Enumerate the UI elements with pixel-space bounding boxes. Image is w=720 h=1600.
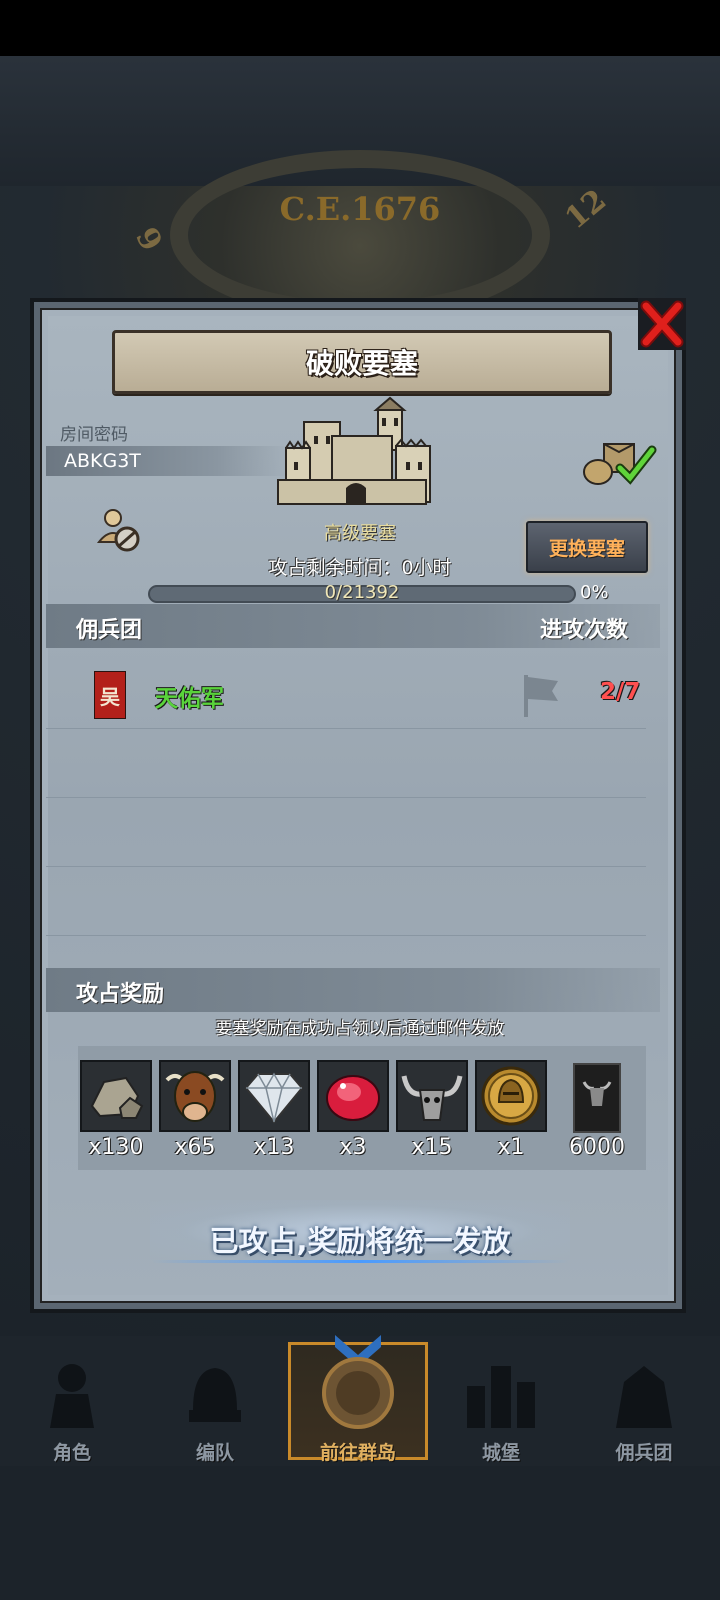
nav-label-mercenary: 佣兵团 (615, 1442, 673, 1464)
bottom-background (0, 1466, 720, 1600)
era-clock-ring (170, 150, 550, 320)
nav-label-role: 角色 (52, 1442, 91, 1464)
mercenary-icon (616, 1366, 672, 1428)
island-emblem-icon (322, 1335, 394, 1429)
list-row-divider (46, 797, 646, 798)
capture-progress-percent: 0% (580, 582, 609, 603)
reward-item[interactable] (396, 1060, 468, 1132)
diamond-icon (244, 1072, 304, 1124)
nav-label-islands: 前往群岛 (319, 1442, 396, 1464)
room-code-value[interactable]: ABKG3T (64, 450, 141, 472)
room-code-label: 房间密码 (60, 425, 128, 445)
knight-icon (50, 1364, 94, 1428)
reward-qty: x130 (88, 1135, 144, 1160)
reward-item[interactable] (317, 1060, 389, 1132)
remaining-time: 攻占剩余时间：0小时 (268, 557, 452, 579)
reward-note: 要塞奖励在成功占领以后通过邮件发放 (215, 1019, 505, 1039)
reward-qty: x65 (174, 1135, 216, 1160)
horned-skull-icon (401, 1075, 463, 1121)
reward-qty: x15 (411, 1135, 453, 1160)
nav-label-formation: 编队 (195, 1442, 234, 1464)
reward-item[interactable] (475, 1060, 547, 1132)
swap-fortress-label: 更换要塞 (548, 537, 625, 560)
helmet-icon (189, 1368, 241, 1422)
mercenary-header: 佣兵团 (76, 618, 143, 643)
close-icon[interactable] (638, 298, 686, 350)
reward-qty: 6000 (569, 1135, 625, 1160)
stone-ore-icon (90, 1076, 144, 1119)
reward-item[interactable] (238, 1060, 310, 1132)
banner-bull-icon[interactable] (572, 1062, 622, 1134)
guild-name: 天佑军 (155, 686, 224, 712)
reward-qty: x13 (253, 1135, 295, 1160)
reward-qty: x1 (497, 1135, 525, 1160)
no-visitor-icon[interactable] (96, 508, 142, 554)
fortress-name: 高级要塞 (324, 523, 396, 544)
capture-progress-text: 0/21392 (324, 582, 400, 603)
reward-header: 攻占奖励 (76, 982, 165, 1007)
ruby-icon (326, 1075, 380, 1121)
fortress-icon (277, 396, 431, 505)
nav-label-castle: 城堡 (481, 1442, 520, 1464)
list-row-divider (46, 866, 646, 867)
attack-count: 2/7 (600, 679, 641, 705)
cattle-icon (165, 1071, 225, 1122)
guild-emblem-char: 吴 (100, 685, 120, 709)
status-message: 已攻占,奖励将统一发放 (209, 1224, 511, 1258)
golden-helmet-coin-icon (481, 1066, 541, 1126)
reward-item[interactable] (159, 1060, 231, 1132)
reward-qty: x3 (339, 1135, 367, 1160)
swap-fortress-button[interactable]: 更换要塞 (526, 521, 648, 573)
list-row-divider (46, 935, 646, 936)
dialog-title: 破败要塞 (305, 347, 418, 380)
reward-item[interactable] (80, 1060, 152, 1132)
list-row-divider (46, 728, 646, 729)
resource-collected-icon[interactable] (582, 440, 666, 486)
flag-icon (524, 675, 558, 717)
top-black-band (0, 0, 720, 56)
status-underline (150, 1260, 570, 1263)
title-banner: 破败要塞 (112, 330, 612, 394)
castle-icon (467, 1366, 535, 1428)
attack-count-header: 进攻次数 (540, 618, 629, 643)
